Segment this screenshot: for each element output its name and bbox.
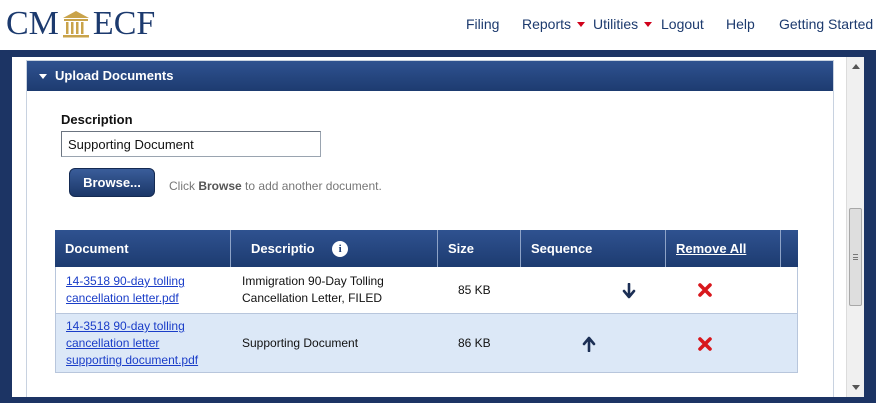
document-link-line: 14-3518 90-day tolling [66, 274, 185, 288]
description-line: Supporting Document [242, 336, 359, 350]
hint-suffix: to add another document. [245, 179, 382, 193]
arrow-up-icon[interactable] [582, 336, 596, 352]
info-icon[interactable]: i [332, 240, 349, 257]
document-cell: 14-3518 90-day tolling cancellation lett… [66, 318, 198, 369]
header-sequence: Sequence [521, 230, 666, 267]
browse-hint: Click Browse to add another document. [169, 179, 382, 193]
remove-all-button[interactable]: Remove All [666, 230, 781, 267]
nav-utilities[interactable]: Utilities [593, 16, 653, 32]
logo-text-left: CM [6, 5, 59, 42]
table-header: Document Descriptio i Size Sequence Remo… [55, 230, 798, 267]
nav-help[interactable]: Help [726, 16, 755, 32]
scroll-up-icon[interactable] [852, 64, 860, 69]
hint-prefix: Click [169, 179, 195, 193]
header-spacer [781, 230, 798, 267]
size-cell: 86 KB [458, 336, 491, 350]
browse-button[interactable]: Browse... [69, 168, 155, 197]
nav-filing[interactable]: Filing [466, 16, 499, 32]
upload-documents-panel: Upload Documents Description Browse... C… [26, 60, 834, 397]
cmecf-logo[interactable]: CM ECF [6, 6, 155, 42]
table-row: 14-3518 90-day tolling cancellation lett… [55, 267, 798, 314]
description-line: Immigration 90-Day Tolling [242, 274, 384, 288]
content-frame: Upload Documents Description Browse... C… [0, 50, 876, 403]
description-cell: Immigration 90-Day Tolling Cancellation … [242, 273, 384, 307]
document-cell: 14-3518 90-day tolling cancellation lett… [66, 273, 185, 307]
caret-down-icon [644, 21, 653, 27]
header-description: Descriptio i [231, 230, 438, 267]
courthouse-icon [60, 8, 92, 40]
nav-getting-started[interactable]: Getting Started [779, 16, 873, 32]
scroll-down-icon[interactable] [852, 385, 860, 390]
header-document: Document [55, 230, 231, 267]
header-size: Size [438, 230, 521, 267]
table-row: 14-3518 90-day tolling cancellation lett… [55, 314, 798, 373]
nav-utilities-label: Utilities [593, 16, 639, 32]
scrollbar-thumb[interactable] [849, 208, 862, 306]
document-link[interactable]: 14-3518 90-day tolling cancellation lett… [66, 273, 185, 307]
vertical-scrollbar[interactable] [846, 57, 864, 397]
panel-title: Upload Documents [55, 68, 174, 83]
caret-down-icon [577, 21, 586, 27]
nav-logout[interactable]: Logout [661, 16, 704, 32]
arrow-down-icon[interactable] [622, 283, 636, 299]
document-link-line: cancellation letter.pdf [66, 291, 179, 305]
description-cell: Supporting Document [242, 336, 358, 350]
remove-x-icon[interactable] [697, 336, 713, 352]
header-description-label: Descriptio [251, 241, 315, 256]
panel-header[interactable]: Upload Documents [27, 61, 833, 91]
description-line: Cancellation Letter, FILED [242, 291, 383, 305]
app-header: CM ECF Filing Reports Utilities Logout H… [0, 0, 876, 50]
document-link-line: 14-3518 90-day tolling [66, 319, 185, 333]
scroll-content: Upload Documents Description Browse... C… [12, 57, 846, 397]
collapse-triangle-icon [39, 74, 47, 79]
remove-x-icon[interactable] [697, 282, 713, 298]
logo-text-right: ECF [92, 5, 156, 42]
document-link-line: cancellation letter [66, 336, 160, 350]
hint-bold: Browse [198, 179, 242, 193]
size-cell: 85 KB [458, 283, 491, 297]
description-label: Description [61, 112, 133, 127]
document-link[interactable]: 14-3518 90-day tolling cancellation lett… [66, 318, 198, 369]
nav-reports[interactable]: Reports [522, 16, 586, 32]
grip-icon [853, 254, 858, 260]
nav-reports-label: Reports [522, 16, 572, 32]
description-input[interactable] [61, 131, 321, 157]
document-link-line: supporting document.pdf [66, 353, 199, 367]
